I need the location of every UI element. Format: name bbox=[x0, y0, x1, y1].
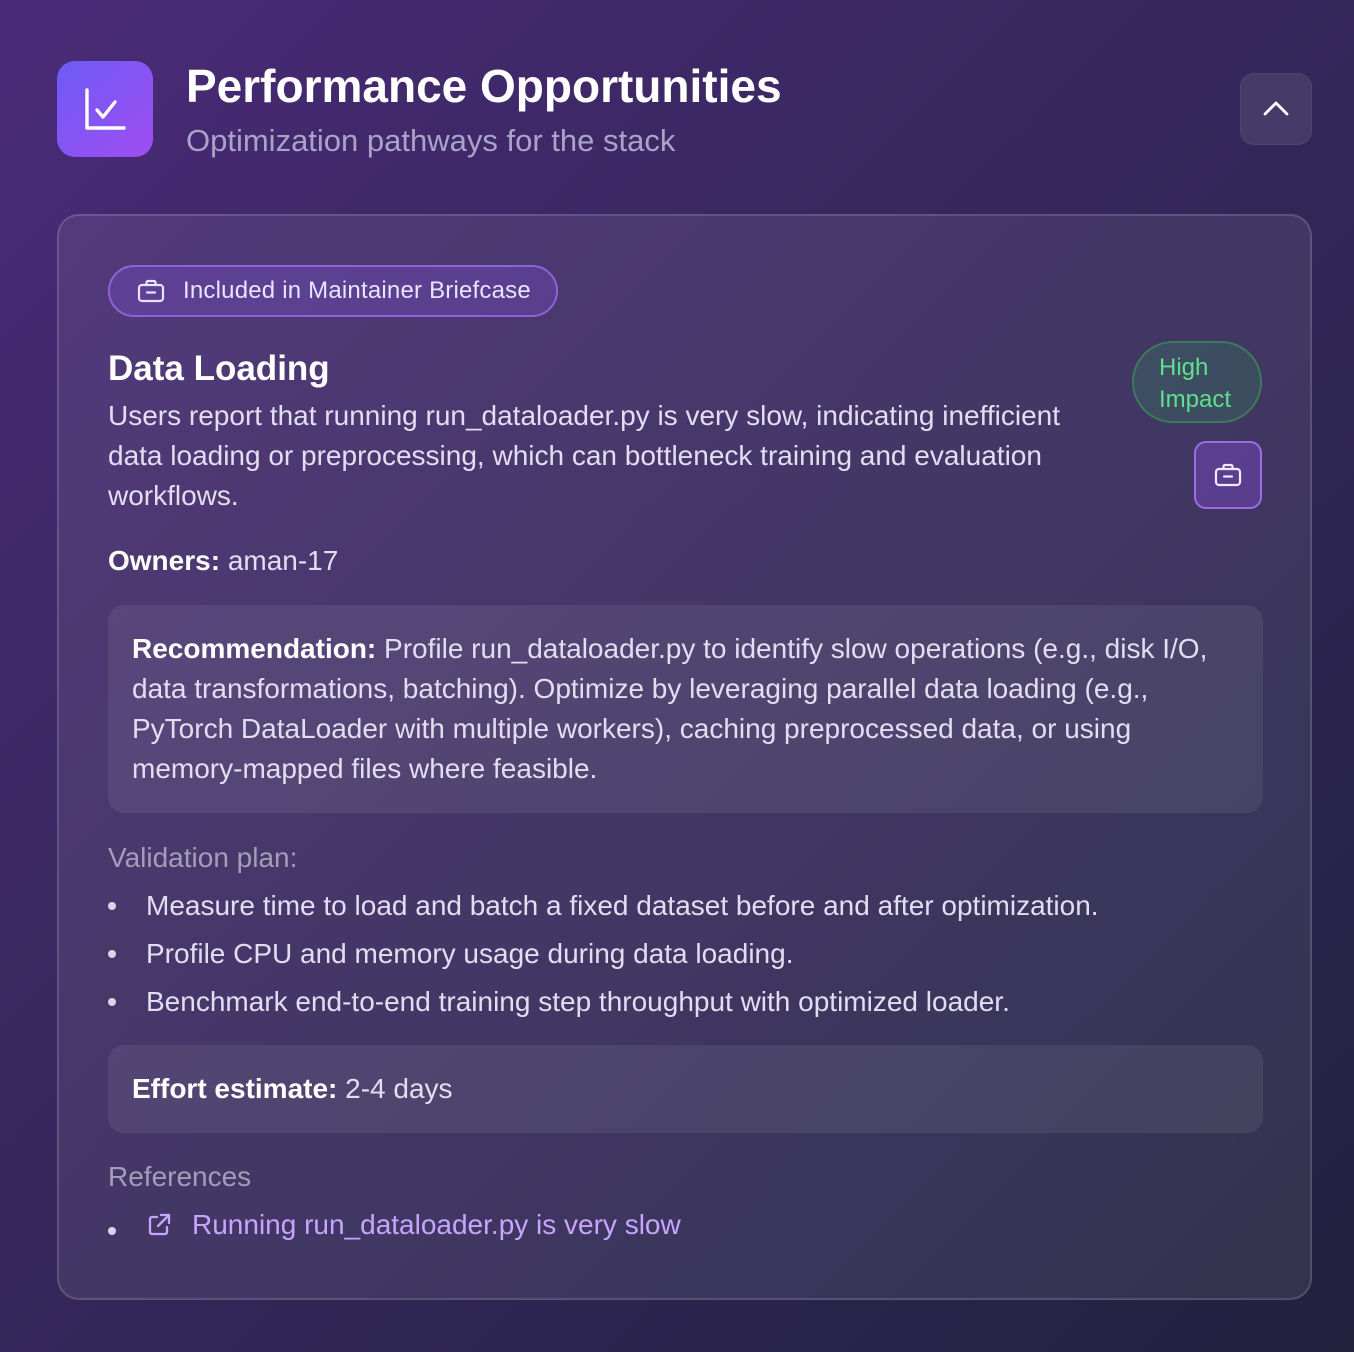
list-item: Profile CPU and memory usage during data… bbox=[108, 934, 1258, 982]
briefcase-status-pill: Included in Maintainer Briefcase bbox=[108, 265, 558, 317]
owners-label: Owners: bbox=[108, 545, 221, 576]
impact-badge: High Impact bbox=[1132, 341, 1262, 423]
page-subtitle: Optimization pathways for the stack bbox=[186, 123, 676, 158]
references-label: References bbox=[108, 1161, 252, 1192]
recommendation-box: Recommendation: Profile run_dataloader.p… bbox=[108, 605, 1263, 813]
validation-plan-list: Measure time to load and batch a fixed d… bbox=[108, 886, 1258, 1030]
opportunity-description: Users report that running run_dataloader… bbox=[108, 400, 1061, 511]
briefcase-icon bbox=[1214, 463, 1242, 487]
briefcase-icon bbox=[137, 279, 165, 303]
page-header: Performance Opportunities Optimization p… bbox=[57, 61, 1312, 161]
list-item: Measure time to load and batch a fixed d… bbox=[108, 886, 1258, 934]
effort-value: 2-4 days bbox=[345, 1073, 453, 1104]
effort-label: Effort estimate: bbox=[132, 1073, 338, 1104]
briefcase-status-label: Included in Maintainer Briefcase bbox=[183, 277, 531, 304]
list-item: Running run_dataloader.py is very slow bbox=[108, 1205, 681, 1245]
effort-estimate-box: Effort estimate: 2-4 days bbox=[108, 1045, 1263, 1133]
list-item: Benchmark end-to-end training step throu… bbox=[108, 982, 1258, 1030]
external-link-icon bbox=[146, 1212, 172, 1238]
toggle-briefcase-button[interactable] bbox=[1194, 441, 1262, 509]
owners-line: Owners: aman-17 bbox=[108, 541, 338, 581]
references-list: Running run_dataloader.py is very slow bbox=[108, 1205, 681, 1245]
page-title: Performance Opportunities bbox=[186, 60, 782, 112]
recommendation-label: Recommendation: bbox=[132, 633, 377, 664]
chevron-up-icon bbox=[1263, 101, 1289, 116]
owners-value: aman-17 bbox=[227, 545, 339, 576]
reference-link[interactable]: Running run_dataloader.py is very slow bbox=[192, 1205, 681, 1245]
collapse-button[interactable] bbox=[1240, 73, 1312, 145]
opportunity-card: Included in Maintainer Briefcase Data Lo… bbox=[57, 214, 1312, 1300]
validation-plan-label: Validation plan: bbox=[108, 842, 298, 873]
chart-check-icon bbox=[57, 61, 153, 157]
opportunity-title: Data Loading bbox=[108, 349, 330, 388]
